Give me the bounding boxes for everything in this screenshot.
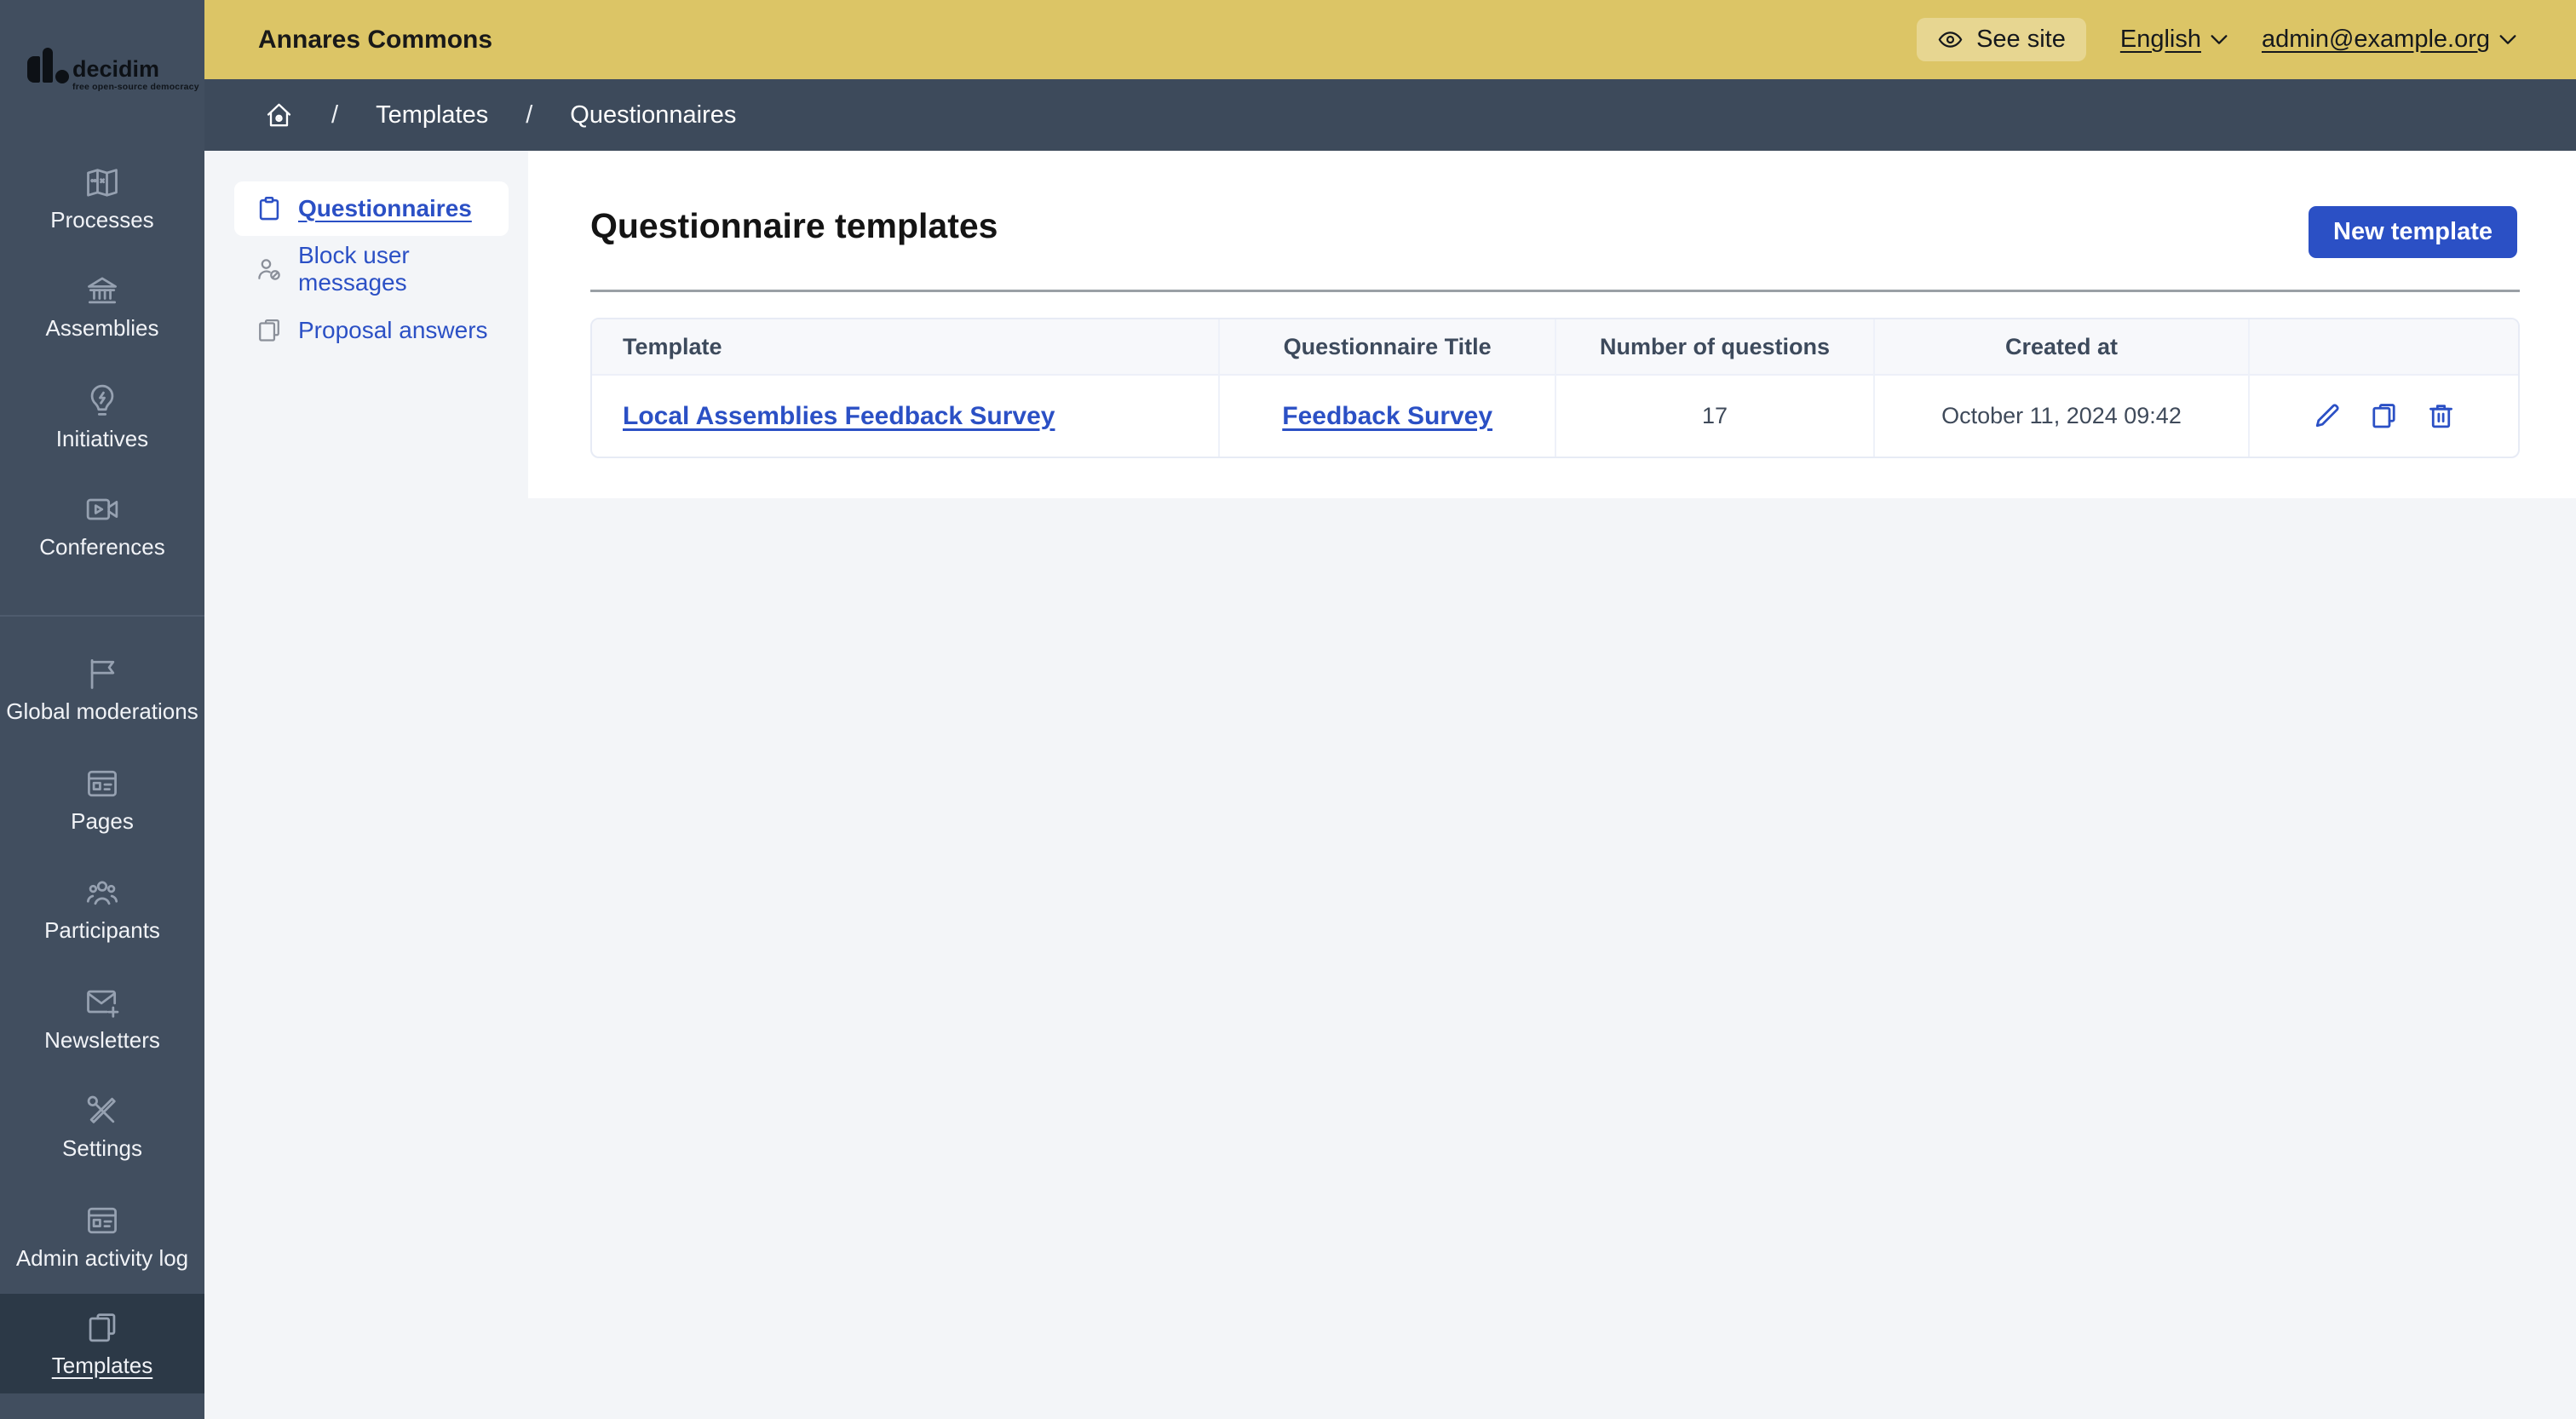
number-of-questions-cell: 17 [1555, 374, 1873, 457]
duplicate-button[interactable] [2368, 400, 2400, 432]
questionnaire-title-cell: Feedback Survey [1217, 374, 1555, 457]
language-dropdown[interactable]: English [2120, 26, 2228, 54]
sidebar-item-newsletters[interactable]: Newsletters [0, 968, 204, 1068]
subnav-item-label: Questionnaires [298, 195, 472, 221]
mail-add-icon [83, 984, 121, 1021]
logo-bar [43, 48, 53, 83]
breadcrumb: / Templates / Questionnaires [204, 79, 2576, 151]
pencil-icon [2311, 400, 2343, 432]
sidebar-item-admin-activity-log[interactable]: Admin activity log [0, 1186, 204, 1286]
home-breadcrumb-link[interactable] [264, 101, 294, 130]
window-icon [83, 1202, 121, 1239]
subnav-item-label: Block user messages [298, 242, 410, 296]
edit-button[interactable] [2311, 400, 2343, 432]
account-dropdown[interactable]: admin@example.org [2262, 26, 2516, 54]
chevron-down-icon [2499, 34, 2516, 45]
actions-cell [2248, 374, 2518, 457]
subnav-item-label: Proposal answers [298, 317, 488, 343]
column-header-template: Template [592, 319, 1218, 374]
column-header-actions [2248, 319, 2518, 374]
sidebar-item-global-moderations[interactable]: Global moderations [0, 640, 204, 739]
window-icon [83, 765, 121, 802]
trash-icon [2425, 400, 2457, 432]
content-area: Questionnaires Block user messages Propo… [204, 151, 2576, 1419]
bank-icon [83, 272, 121, 309]
topbar: Annares Commons See site English admin@e… [204, 0, 2576, 79]
logo-bar [27, 56, 40, 83]
logo-brand: decidim [72, 56, 160, 82]
lightbulb-flash-icon [83, 382, 121, 420]
sidebar-item-initiatives[interactable]: Initiatives [0, 367, 204, 467]
file-copy-icon [83, 1309, 121, 1347]
column-header-number-of-questions: Number of questions [1555, 319, 1873, 374]
sidebar-item-settings[interactable]: Settings [0, 1077, 204, 1176]
organization-title: Annares Commons [258, 25, 493, 54]
subnav-item-block-user-messages[interactable]: Block user messages [234, 242, 509, 296]
sidebar-divider [0, 615, 204, 617]
breadcrumb-templates[interactable]: Templates [376, 101, 488, 129]
breadcrumb-separator: / [526, 101, 533, 129]
logo-tagline: free open-source democracy [72, 82, 199, 92]
sidebar-item-label: Assemblies [45, 314, 159, 341]
account-label: admin@example.org [2261, 26, 2490, 53]
template-cell: Local Assemblies Feedback Survey [592, 374, 1218, 457]
table-row: Local Assemblies Feedback Survey Feedbac… [592, 374, 2518, 457]
new-template-button[interactable]: New template [2309, 206, 2517, 258]
breadcrumb-separator: / [331, 101, 339, 129]
team-icon [83, 874, 121, 911]
sidebar-item-pages[interactable]: Pages [0, 750, 204, 849]
template-link[interactable]: Local Assemblies Feedback Survey [623, 402, 1055, 430]
map-icon [83, 164, 121, 201]
sidebar-item-label: Conferences [39, 533, 165, 560]
subnav-item-questionnaires[interactable]: Questionnaires [234, 181, 509, 236]
sidebar-item-label: Admin activity log [15, 1244, 189, 1271]
templates-table: Template Questionnaire Title Number of q… [590, 318, 2520, 458]
page-title: Questionnaire templates [590, 206, 998, 245]
sidebar-item-label: Initiatives [55, 425, 149, 451]
sidebar-item-label: Processes [50, 206, 154, 233]
table-header-row: Template Questionnaire Title Number of q… [592, 319, 2518, 374]
questionnaire-title-link[interactable]: Feedback Survey [1282, 402, 1492, 430]
sidebar-item-templates[interactable]: Templates [0, 1294, 204, 1393]
sidebar-item-label: Participants [44, 916, 160, 943]
sidebar-item-label: Newsletters [44, 1026, 160, 1053]
delete-button[interactable] [2425, 400, 2457, 432]
created-at-cell: October 11, 2024 09:42 [1872, 374, 2249, 457]
sidebar-item-assemblies[interactable]: Assemblies [0, 256, 204, 356]
sidebar-item-label: Templates [51, 1352, 153, 1378]
sidebar-item-label: Global moderations [6, 698, 198, 724]
chevron-down-icon [2211, 34, 2228, 45]
admin-sidebar: decidim free open-source democracy Proce… [0, 0, 204, 1419]
see-site-button[interactable]: See site [1917, 18, 2086, 61]
breadcrumb-questionnaires[interactable]: Questionnaires [570, 101, 736, 129]
column-header-created-at: Created at [1872, 319, 2249, 374]
eye-icon [1937, 26, 1964, 53]
templates-table-wrapper: Template Questionnaire Title Number of q… [590, 318, 2520, 458]
title-divider [590, 290, 2520, 292]
see-site-label: See site [1976, 26, 2066, 53]
sidebar-item-participants[interactable]: Participants [0, 859, 204, 958]
file-copy-icon [2368, 400, 2400, 432]
language-label: English [2119, 26, 2201, 53]
home-icon [264, 101, 294, 130]
sidebar-item-processes[interactable]: Processes [0, 148, 204, 248]
clipboard-icon [255, 194, 284, 223]
logo-dot [55, 70, 69, 83]
subnav-item-proposal-answers[interactable]: Proposal answers [234, 305, 509, 356]
video-camera-icon [83, 491, 121, 528]
sidebar-item-label: Settings [62, 1135, 142, 1161]
row-actions [2251, 400, 2517, 432]
sidebar-item-conferences[interactable]: Conferences [0, 475, 204, 575]
flag-icon [83, 655, 121, 692]
column-header-questionnaire-title: Questionnaire Title [1217, 319, 1555, 374]
user-block-icon [255, 255, 284, 284]
sidebar-item-label: Pages [71, 807, 134, 834]
file-copy-icon [255, 316, 284, 345]
tools-icon [83, 1092, 121, 1129]
decidim-logo: decidim free open-source democracy [27, 48, 199, 94]
topbar-actions: See site English admin@example.org [1917, 18, 2516, 61]
